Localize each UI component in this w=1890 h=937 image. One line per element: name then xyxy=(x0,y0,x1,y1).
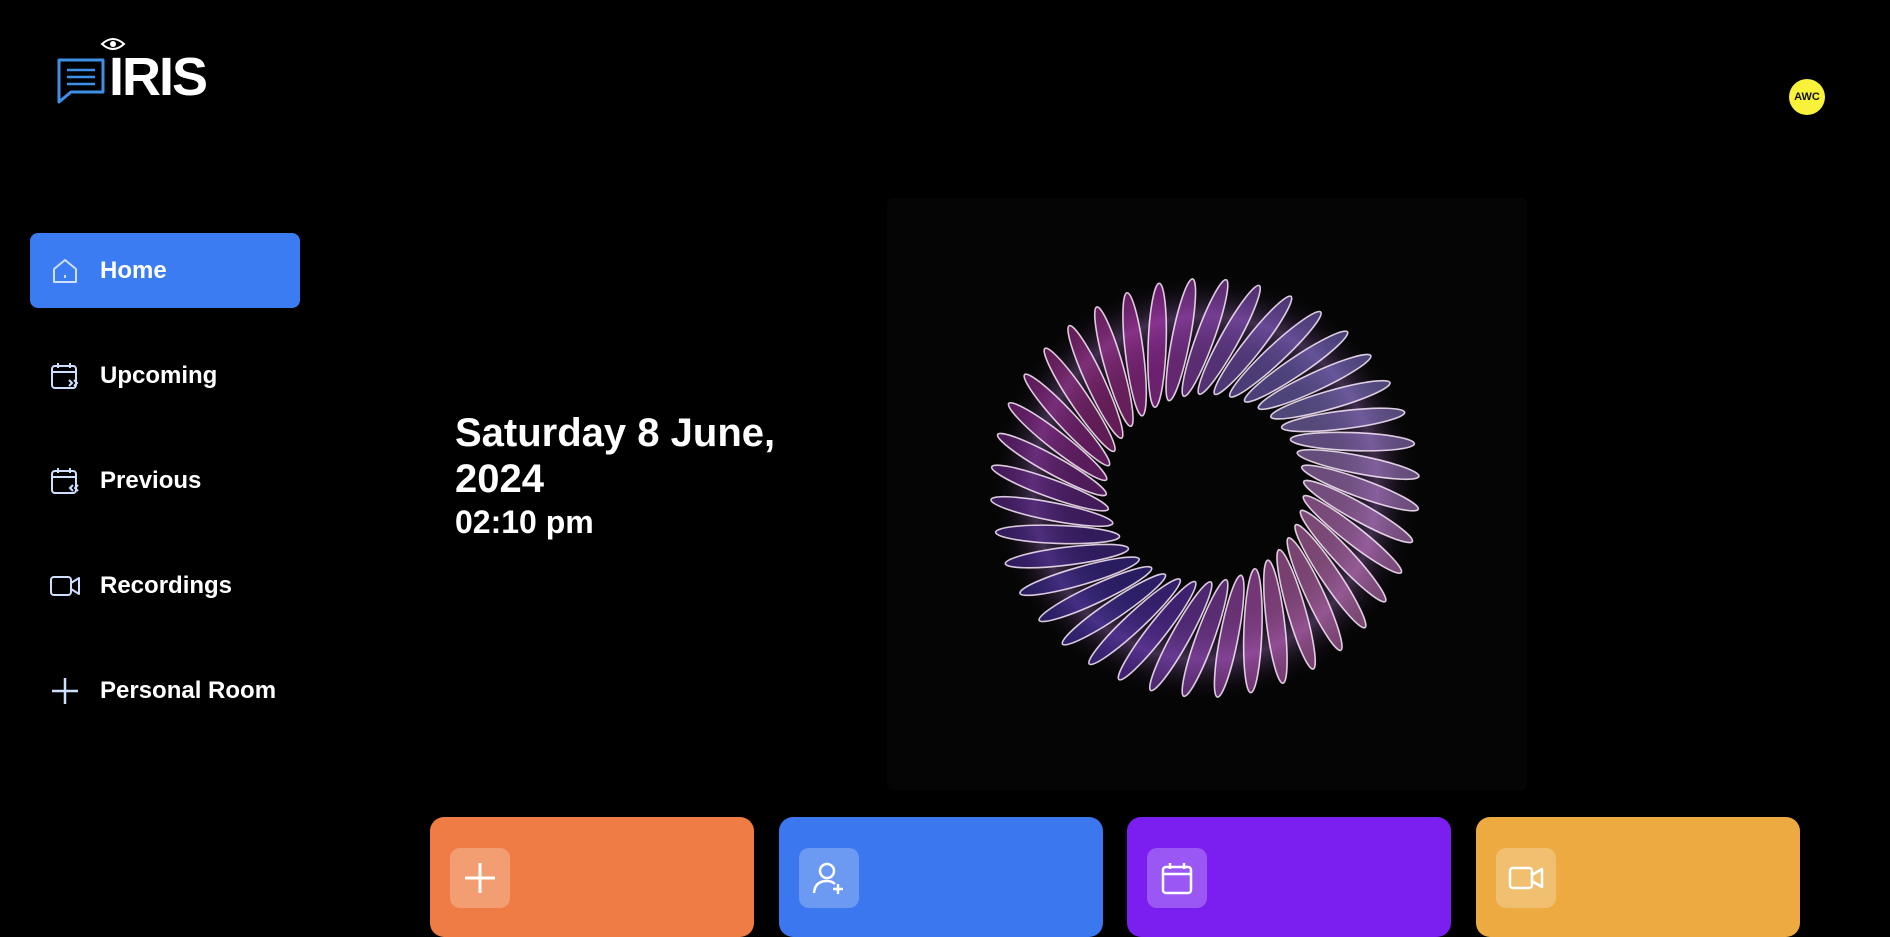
calendar-icon xyxy=(1147,848,1207,908)
eye-icon xyxy=(100,38,126,50)
sidebar-item-personal-room[interactable]: Personal Room xyxy=(30,653,300,728)
calendar-back-icon xyxy=(48,464,82,498)
plus-icon xyxy=(450,848,510,908)
sidebar-item-label: Previous xyxy=(100,466,202,494)
schedule-meeting-card[interactable] xyxy=(1127,817,1451,937)
ring-graphic xyxy=(990,273,1420,703)
home-icon xyxy=(48,254,82,288)
user-add-icon xyxy=(799,848,859,908)
app-name: IRIS xyxy=(109,47,208,107)
calendar-forward-icon xyxy=(48,359,82,393)
sidebar-item-label: Recordings xyxy=(100,571,233,599)
datetime-block: Saturday 8 June, 2024 02:10 pm xyxy=(455,410,835,541)
sidebar-item-previous[interactable]: Previous xyxy=(30,443,300,518)
sidebar-item-label: Upcoming xyxy=(100,361,218,389)
sidebar-nav: Home Upcoming Previous Recordings Person… xyxy=(30,233,300,758)
hero-image xyxy=(887,198,1527,790)
video-icon xyxy=(1496,848,1556,908)
app-logo[interactable]: IRIS xyxy=(55,38,208,107)
chat-bubble-icon xyxy=(57,58,105,104)
sidebar-item-label: Personal Room xyxy=(100,676,277,704)
join-meeting-card[interactable] xyxy=(779,817,1103,937)
plus-icon xyxy=(48,674,82,708)
sidebar-item-recordings[interactable]: Recordings xyxy=(30,548,300,623)
video-icon xyxy=(48,569,82,603)
sidebar-item-label: Home xyxy=(100,256,167,284)
sidebar-item-home[interactable]: Home xyxy=(30,233,300,308)
user-avatar[interactable]: AWC xyxy=(1789,79,1825,115)
sidebar-item-upcoming[interactable]: Upcoming xyxy=(30,338,300,413)
current-date: Saturday 8 June, 2024 xyxy=(455,411,776,501)
new-meeting-card[interactable] xyxy=(430,817,754,937)
current-time: 02:10 pm xyxy=(455,504,594,540)
view-recordings-card[interactable] xyxy=(1476,817,1800,937)
